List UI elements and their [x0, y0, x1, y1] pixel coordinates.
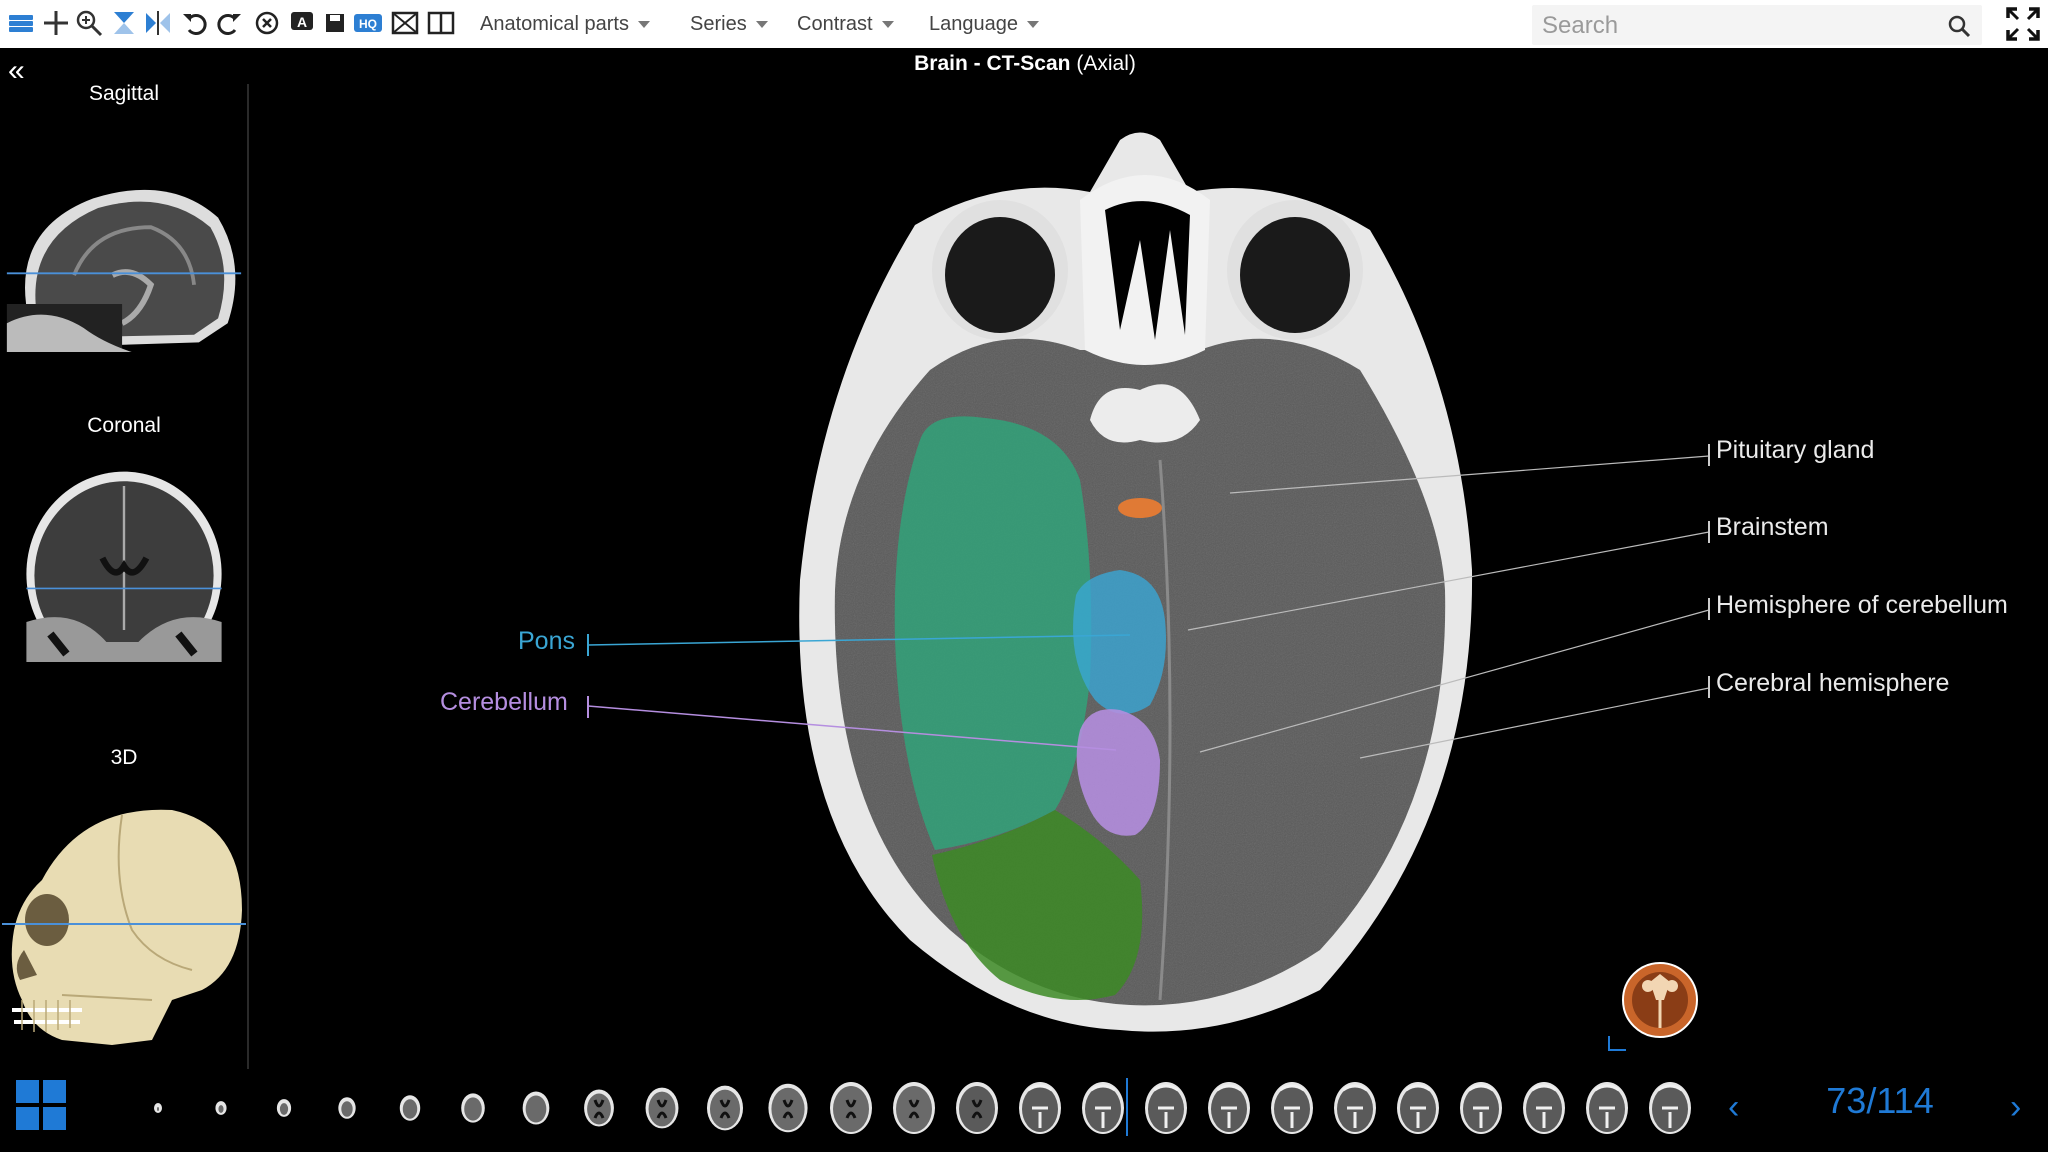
title-main: Brain - CT-Scan — [914, 52, 1071, 75]
search-input[interactable] — [1540, 9, 1944, 43]
fullscreen-icon[interactable] — [2005, 6, 2041, 42]
slice-thumbnail[interactable] — [1644, 1078, 1696, 1136]
slice-thumbnail[interactable] — [510, 1078, 562, 1136]
hq-icon[interactable]: HQ — [353, 8, 383, 38]
sagittal-view-label: Sagittal — [88, 82, 160, 105]
slice-thumbnail[interactable] — [1518, 1078, 1570, 1136]
slice-thumbnail[interactable] — [1203, 1078, 1255, 1136]
slice-thumbnail[interactable] — [1455, 1078, 1507, 1136]
contrast-menu[interactable]: Contrast — [797, 0, 894, 48]
chevron-down-icon — [1026, 20, 1039, 28]
hemisphere-of-cerebellum-label[interactable]: Hemisphere of cerebellum — [1716, 591, 2008, 620]
slice-thumbnail[interactable] — [1077, 1078, 1129, 1136]
anatomical-parts-label: Anatomical parts — [480, 12, 629, 35]
slice-thumbnail[interactable] — [1392, 1078, 1444, 1136]
corner-marker-icon — [1608, 1036, 1626, 1051]
save-icon[interactable] — [320, 8, 350, 38]
cerebral-hemisphere-overlay — [894, 416, 1092, 850]
zoom-in-icon[interactable] — [74, 8, 104, 38]
search-icon[interactable] — [1946, 13, 1972, 39]
pons-label[interactable]: Pons — [518, 627, 575, 656]
chevron-down-icon — [637, 20, 650, 28]
svg-text:A: A — [297, 14, 307, 30]
grid-view-icon[interactable] — [16, 1080, 66, 1130]
brainstem-label[interactable]: Brainstem — [1716, 513, 1829, 542]
coronal-view-label: Coronal — [87, 414, 161, 437]
pituitary-overlay — [1118, 498, 1162, 518]
slice-thumbnail[interactable] — [762, 1078, 814, 1136]
slice-thumbnail[interactable] — [258, 1078, 310, 1136]
slice-counter: 73/114 — [1826, 1080, 1934, 1121]
pituitary-gland-label[interactable]: Pituitary gland — [1716, 436, 1874, 465]
chevron-down-icon — [881, 20, 894, 28]
split-view-icon[interactable] — [426, 8, 456, 38]
anatomical-parts-menu[interactable]: Anatomical parts — [480, 0, 650, 48]
slice-thumbnail[interactable] — [636, 1078, 688, 1136]
slice-thumbnail[interactable] — [1266, 1078, 1318, 1136]
slice-thumbnail[interactable] — [321, 1078, 373, 1136]
slice-thumbnail[interactable] — [951, 1078, 1003, 1136]
3d-view-label: 3D — [110, 746, 138, 769]
slice-thumbnail[interactable] — [1581, 1078, 1633, 1136]
slice-thumbnail[interactable] — [699, 1078, 751, 1136]
slice-thumbnail[interactable] — [384, 1078, 436, 1136]
toolbar: A HQ Anatomical parts Series Contrast La… — [0, 0, 2048, 48]
sidebar-divider — [247, 84, 249, 1069]
flip-icon[interactable] — [143, 8, 173, 38]
previous-slice-button[interactable]: ‹ — [1728, 1088, 1739, 1127]
rotate-right-icon[interactable] — [214, 8, 244, 38]
contrast-icon[interactable] — [109, 8, 139, 38]
cerebellum-label[interactable]: Cerebellum — [440, 688, 568, 717]
collapse-sidebar-icon[interactable]: « — [8, 56, 30, 86]
rotate-left-icon[interactable] — [180, 8, 210, 38]
slice-thumbnail-strip — [132, 1078, 1691, 1136]
series-menu[interactable]: Series — [690, 0, 768, 48]
coronal-thumbnail[interactable] — [2, 470, 246, 662]
search-box — [1532, 5, 1982, 45]
slice-thumbnail[interactable] — [888, 1078, 940, 1136]
slice-thumbnail[interactable] — [132, 1078, 184, 1136]
ct-scan-image[interactable] — [760, 120, 1520, 1040]
image-icon[interactable] — [390, 8, 420, 38]
title-plane: (Axial) — [1076, 52, 1136, 75]
contrast-label: Contrast — [797, 12, 873, 35]
slice-thumbnail[interactable] — [825, 1078, 877, 1136]
next-slice-button[interactable]: › — [2010, 1088, 2021, 1127]
sagittal-thumbnail[interactable] — [2, 160, 246, 352]
slice-thumbnail[interactable] — [1329, 1078, 1381, 1136]
slice-thumbnail[interactable] — [1014, 1078, 1066, 1136]
page-title: Brain - CT-Scan (Axial) — [700, 52, 1350, 76]
slice-thumbnail[interactable] — [195, 1078, 247, 1136]
annotation-icon[interactable]: A — [287, 8, 317, 38]
reset-icon[interactable] — [252, 8, 282, 38]
slice-thumbnail[interactable] — [1140, 1078, 1192, 1136]
series-label: Series — [690, 12, 747, 35]
language-label: Language — [929, 12, 1018, 35]
crosshair-icon[interactable] — [41, 8, 71, 38]
cerebral-hemisphere-label[interactable]: Cerebral hemisphere — [1716, 669, 1949, 698]
3d-skull-thumbnail[interactable] — [2, 800, 246, 1050]
slice-thumbnail[interactable] — [447, 1078, 499, 1136]
language-menu[interactable]: Language — [929, 0, 1039, 48]
slice-thumbnail[interactable] — [573, 1078, 625, 1136]
chevron-down-icon — [755, 20, 768, 28]
hq-label: HQ — [359, 17, 377, 31]
orientation-indicator-icon[interactable] — [1620, 960, 1700, 1040]
layers-icon[interactable] — [6, 8, 36, 38]
